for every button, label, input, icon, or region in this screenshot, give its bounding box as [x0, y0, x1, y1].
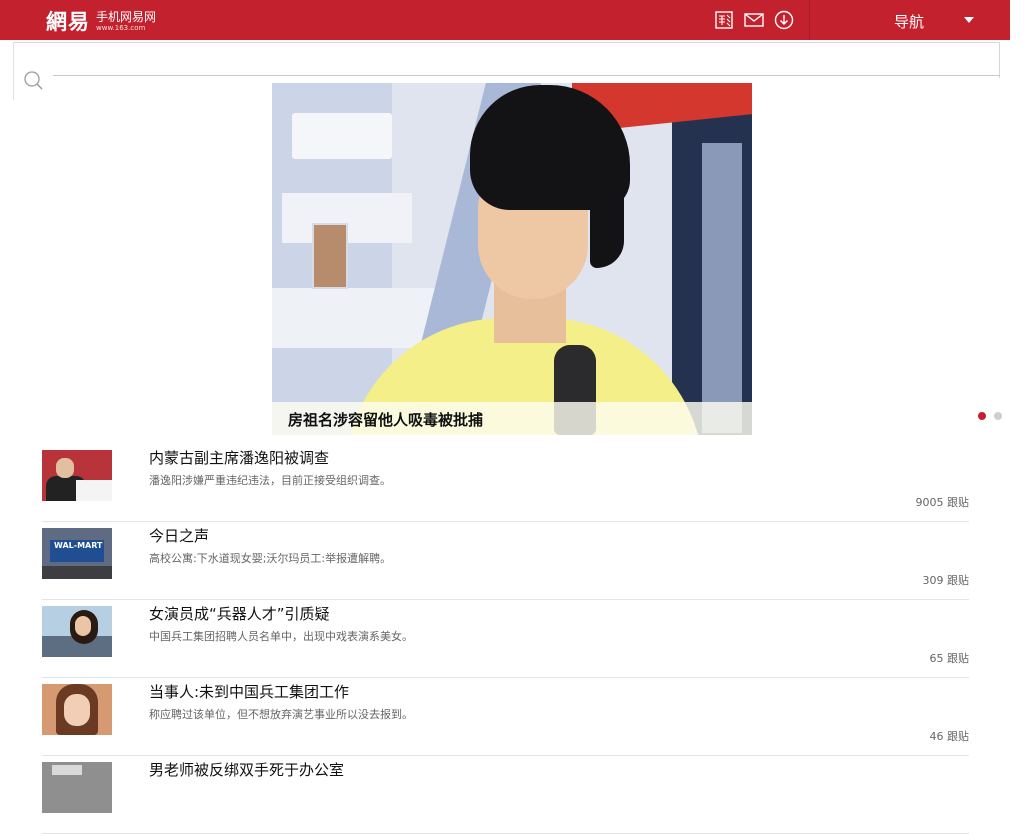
headline-slide[interactable]: 房祖名涉容留他人吸毒被批捕: [272, 83, 752, 435]
news-thumbnail: [42, 606, 112, 657]
header-icons: [714, 10, 794, 30]
logo-text: 手机网易网: [96, 9, 157, 24]
logo-subtitle: 手机网易网 www.163.com: [96, 9, 157, 32]
list-item[interactable]: WAL-MART 今日之声 高校公寓:下水道现女婴;沃尔玛员工:举报遭解聘。 3…: [42, 522, 969, 600]
news-title: 男老师被反绑双手死于办公室: [149, 761, 345, 779]
comment-count: 9005 跟贴: [915, 496, 970, 509]
search-border: [13, 42, 1000, 43]
news-list: 内蒙古副主席潘逸阳被调查 潘逸阳涉嫌严重违纪违法，目前正接受组织调查。 9005…: [42, 444, 969, 834]
netease-logo[interactable]: 網易 手机网易网 www.163.com: [46, 8, 156, 34]
search-underline: [53, 75, 1000, 76]
list-item[interactable]: 女演员成“兵器人才”引质疑 中国兵工集团招聘人员名单中，出现中戏表演系美女。 6…: [42, 600, 969, 678]
top-header: 網易 手机网易网 www.163.com 导航: [0, 0, 1010, 40]
thumbnail-text: WAL-MART: [54, 541, 103, 550]
logo-mark: 網易: [46, 9, 90, 34]
news-summary: 中国兵工集团招聘人员名单中，出现中戏表演系美女。: [149, 630, 413, 643]
comment-count: 309 跟贴: [922, 574, 970, 587]
search-border-right: [999, 42, 1000, 78]
news-thumbnail: [42, 450, 112, 501]
search-bar: [13, 42, 1000, 100]
chevron-down-icon: [964, 17, 974, 23]
slide-caption-bar: 房祖名涉容留他人吸毒被批捕: [272, 402, 752, 435]
nav-dropdown[interactable]: 导航: [810, 0, 1010, 40]
nav-label: 导航: [894, 13, 925, 31]
comment-count: 46 跟贴: [929, 730, 970, 743]
mail-icon[interactable]: [744, 10, 764, 30]
search-icon[interactable]: [23, 70, 43, 90]
news-summary: 高校公寓:下水道现女婴;沃尔玛员工:举报遭解聘。: [149, 552, 392, 565]
list-item[interactable]: 当事人:未到中国兵工集团工作 称应聘过该单位，但不想放弃演艺事业所以没去报到。 …: [42, 678, 969, 756]
download-icon[interactable]: [774, 10, 794, 30]
list-item[interactable]: 内蒙古副主席潘逸阳被调查 潘逸阳涉嫌严重违纪违法，目前正接受组织调查。 9005…: [42, 444, 969, 522]
photo-icon[interactable]: [714, 10, 734, 30]
news-thumbnail: [42, 684, 112, 735]
slide-dot-1[interactable]: [978, 412, 986, 420]
news-title: 当事人:未到中国兵工集团工作: [149, 683, 350, 701]
news-summary: 潘逸阳涉嫌严重违纪违法，目前正接受组织调查。: [149, 474, 391, 487]
slide-dot-2[interactable]: [994, 412, 1002, 420]
news-thumbnail: WAL-MART: [42, 528, 112, 579]
slide-image: [272, 83, 752, 435]
news-title: 内蒙古副主席潘逸阳被调查: [149, 449, 330, 467]
slide-caption: 房祖名涉容留他人吸毒被批捕: [288, 411, 484, 429]
news-thumbnail: [42, 762, 112, 813]
news-title: 女演员成“兵器人才”引质疑: [149, 605, 330, 623]
news-summary: 称应聘过该单位，但不想放弃演艺事业所以没去报到。: [149, 708, 413, 721]
logo-url: www.163.com: [96, 23, 146, 32]
slide-indicator: [978, 412, 1002, 420]
comment-count: 65 跟贴: [929, 652, 970, 665]
news-title: 今日之声: [149, 527, 210, 545]
search-border-left: [13, 42, 14, 100]
